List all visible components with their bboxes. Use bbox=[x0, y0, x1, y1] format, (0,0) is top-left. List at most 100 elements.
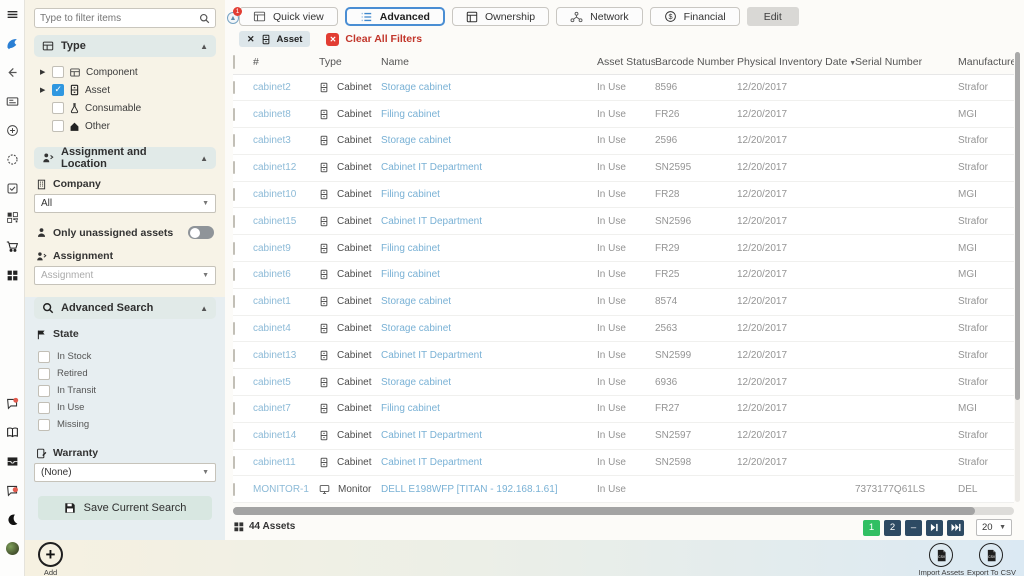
expand-caret-icon[interactable]: ▶ bbox=[40, 68, 47, 76]
assignment-select[interactable]: Assignment ▼ bbox=[34, 266, 216, 285]
asset-id-link[interactable]: cabinet10 bbox=[253, 189, 296, 200]
state-filter-in-use[interactable]: In Use bbox=[38, 399, 214, 416]
unassigned-toggle[interactable] bbox=[188, 226, 214, 239]
row-checkbox[interactable] bbox=[233, 295, 235, 308]
asset-id-link[interactable]: cabinet5 bbox=[253, 377, 291, 388]
row-checkbox[interactable] bbox=[233, 108, 235, 121]
tab-edit[interactable]: Edit bbox=[747, 7, 799, 26]
chevron-up-icon[interactable]: ▲ bbox=[200, 304, 208, 313]
column-header-type[interactable]: Type bbox=[319, 50, 381, 74]
avatar[interactable] bbox=[5, 541, 20, 556]
asset-id-link[interactable]: cabinet7 bbox=[253, 403, 291, 414]
asset-id-link[interactable]: cabinet3 bbox=[253, 135, 291, 146]
row-checkbox[interactable] bbox=[233, 268, 235, 281]
book-icon[interactable] bbox=[5, 425, 20, 440]
row-checkbox[interactable] bbox=[233, 429, 235, 442]
asset-name-link[interactable]: Storage cabinet bbox=[381, 296, 451, 307]
chevron-up-icon[interactable]: ▲ bbox=[200, 154, 208, 163]
asset-id-link[interactable]: cabinet14 bbox=[253, 430, 296, 441]
asset-id-link[interactable]: cabinet12 bbox=[253, 162, 296, 173]
column-header-physical-inventory-date[interactable]: Physical Inventory Date ▼ bbox=[737, 50, 855, 74]
row-checkbox[interactable] bbox=[233, 242, 235, 255]
checkbox[interactable] bbox=[52, 66, 64, 78]
asset-name-link[interactable]: Cabinet IT Department bbox=[381, 216, 482, 227]
row-checkbox[interactable] bbox=[233, 161, 235, 174]
checkbox[interactable] bbox=[52, 120, 64, 132]
asset-name-link[interactable]: Cabinet IT Department bbox=[381, 162, 482, 173]
import-assets-button[interactable]: CSV Import Assets bbox=[919, 543, 964, 577]
row-checkbox[interactable] bbox=[233, 322, 235, 335]
asset-name-link[interactable]: Filing cabinet bbox=[381, 243, 440, 254]
row-checkbox[interactable] bbox=[233, 402, 235, 415]
vertical-scrollbar[interactable] bbox=[1015, 52, 1020, 502]
sidebar-search-input[interactable] bbox=[40, 13, 199, 24]
row-checkbox[interactable] bbox=[233, 81, 235, 94]
page-size-select[interactable]: 20▼ bbox=[976, 519, 1012, 536]
checkbox[interactable] bbox=[38, 402, 50, 414]
screen-icon[interactable] bbox=[5, 94, 20, 109]
tab-network[interactable]: Network bbox=[556, 7, 643, 26]
save-current-search-button[interactable]: Save Current Search bbox=[38, 496, 212, 520]
asset-id-link[interactable]: cabinet2 bbox=[253, 82, 291, 93]
asset-id-link[interactable]: cabinet4 bbox=[253, 323, 291, 334]
asset-name-link[interactable]: Storage cabinet bbox=[381, 377, 451, 388]
column-header-name[interactable]: Name bbox=[381, 50, 597, 74]
page-button-1[interactable]: 1 bbox=[863, 520, 880, 536]
row-checkbox[interactable] bbox=[233, 188, 235, 201]
row-checkbox[interactable] bbox=[233, 215, 235, 228]
page-button-2[interactable]: 2 bbox=[884, 520, 901, 536]
asset-id-link[interactable]: MONITOR-1 bbox=[253, 484, 309, 495]
skip-next-button[interactable] bbox=[926, 520, 943, 536]
asset-id-link[interactable]: cabinet1 bbox=[253, 296, 291, 307]
expand-caret-icon[interactable]: ▶ bbox=[40, 86, 47, 94]
company-select[interactable]: All ▼ bbox=[34, 194, 216, 213]
asset-name-link[interactable]: Cabinet IT Department bbox=[381, 350, 482, 361]
tab-quick-view[interactable]: Quick view bbox=[239, 7, 338, 26]
state-filter-in-stock[interactable]: In Stock bbox=[38, 348, 214, 365]
checkbox[interactable] bbox=[38, 385, 50, 397]
back-icon[interactable] bbox=[5, 65, 20, 80]
column-header-serial-number[interactable]: Serial Number bbox=[855, 50, 958, 74]
asset-name-link[interactable]: Storage cabinet bbox=[381, 82, 451, 93]
state-filter-in-transit[interactable]: In Transit bbox=[38, 382, 214, 399]
add-button[interactable]: + Add bbox=[38, 542, 63, 577]
assignment-section-header[interactable]: Assignment and Location ▲ bbox=[34, 147, 216, 169]
row-checkbox[interactable] bbox=[233, 376, 235, 389]
type-section-header[interactable]: Type ▲ bbox=[34, 35, 216, 57]
state-filter-missing[interactable]: Missing bbox=[38, 416, 214, 433]
checkbox[interactable] bbox=[38, 419, 50, 431]
asset-name-link[interactable]: Cabinet IT Department bbox=[381, 457, 482, 468]
column-header-asset-status[interactable]: Asset Status bbox=[597, 50, 655, 74]
add-circle-icon[interactable] bbox=[5, 123, 20, 138]
type-filter-item-asset[interactable]: ▶Asset bbox=[40, 81, 214, 99]
asset-id-link[interactable]: cabinet6 bbox=[253, 269, 291, 280]
asset-name-link[interactable]: DELL E198WFP [TITAN - 192.168.1.61] bbox=[381, 484, 558, 495]
asset-id-link[interactable]: cabinet13 bbox=[253, 350, 296, 361]
asset-id-link[interactable]: cabinet15 bbox=[253, 216, 296, 227]
asset-name-link[interactable]: Filing cabinet bbox=[381, 109, 440, 120]
asset-id-link[interactable]: cabinet9 bbox=[253, 243, 291, 254]
row-checkbox[interactable] bbox=[233, 134, 235, 147]
sync-icon[interactable] bbox=[5, 152, 20, 167]
clear-all-filters-button[interactable]: ✕ Clear All Filters bbox=[326, 33, 422, 46]
row-checkbox[interactable] bbox=[233, 349, 235, 362]
tab-financial[interactable]: $Financial bbox=[650, 7, 740, 26]
export-to-csv-button[interactable]: CSV Export To CSV bbox=[967, 543, 1016, 577]
tab-advanced[interactable]: Advanced bbox=[345, 7, 445, 26]
asset-id-link[interactable]: cabinet11 bbox=[253, 457, 296, 468]
moon-icon[interactable] bbox=[5, 512, 20, 527]
checkbox[interactable] bbox=[52, 84, 64, 96]
column-header-manufacturer[interactable]: Manufacturer bbox=[958, 50, 1014, 74]
sidebar-search[interactable] bbox=[34, 8, 216, 28]
checkbox[interactable] bbox=[38, 351, 50, 363]
chat-alert-icon[interactable] bbox=[5, 483, 20, 498]
logo-icon[interactable] bbox=[5, 36, 20, 51]
type-filter-item-consumable[interactable]: Consumable bbox=[40, 99, 214, 117]
qr-icon[interactable] bbox=[5, 210, 20, 225]
state-filter-retired[interactable]: Retired bbox=[38, 365, 214, 382]
inbox-icon[interactable] bbox=[5, 454, 20, 469]
warranty-select[interactable]: (None) ▼ bbox=[34, 463, 216, 482]
tab-ownership[interactable]: Ownership bbox=[452, 7, 549, 26]
page-button-–[interactable]: – bbox=[905, 520, 922, 536]
search-icon[interactable] bbox=[199, 13, 210, 24]
